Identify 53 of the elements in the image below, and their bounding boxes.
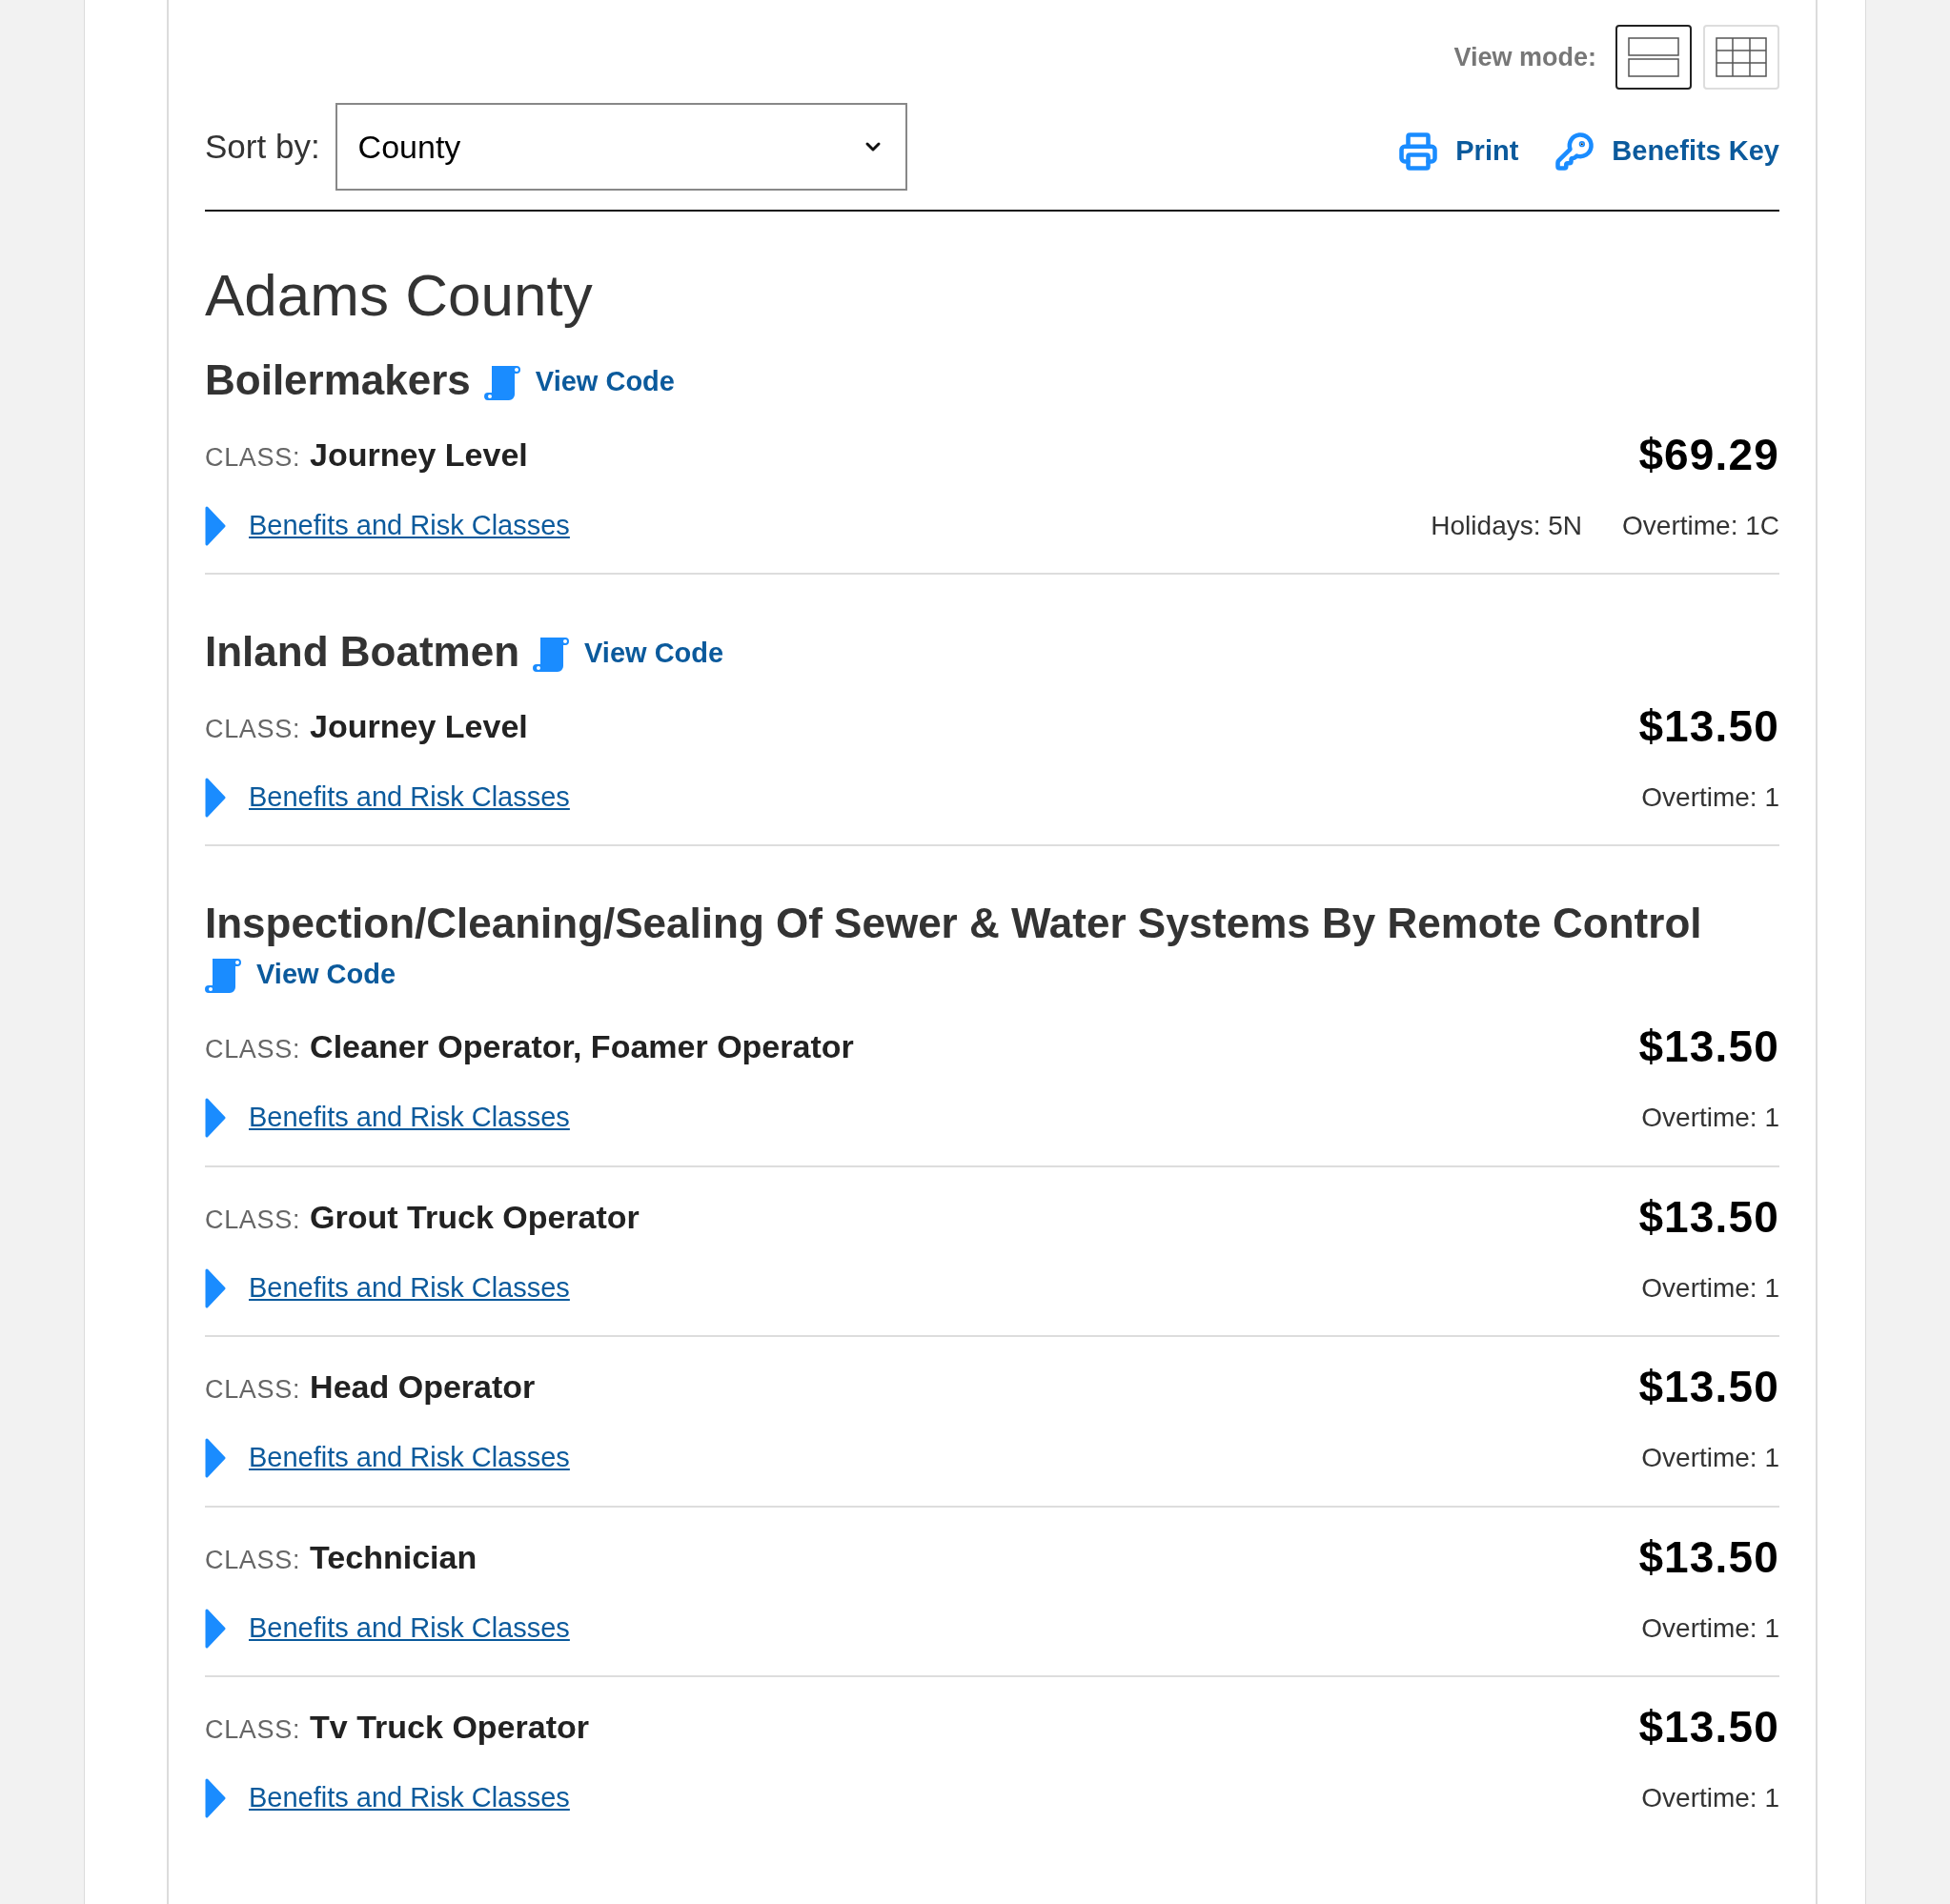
class-label: CLASS: — [205, 1714, 301, 1747]
benefits-toggle[interactable]: Benefits and Risk Classes — [205, 776, 570, 819]
view-code-link[interactable]: View Code — [535, 361, 675, 403]
class-name: Grout Truck Operator — [310, 1197, 640, 1237]
benefits-toggle[interactable]: Benefits and Risk Classes — [205, 1097, 570, 1139]
wage-rate: $13.50 — [1638, 1701, 1779, 1754]
class-label: CLASS: — [205, 1034, 301, 1066]
view-mode-button[interactable] — [1615, 25, 1692, 90]
benefits-toggle[interactable]: Benefits and Risk Classes — [205, 1266, 570, 1309]
benefits-toggle[interactable]: Benefits and Risk Classes — [205, 504, 570, 547]
wage-rate: $13.50 — [1638, 1021, 1779, 1074]
rate-note: Overtime: 1 — [1641, 1102, 1779, 1135]
rate-note: Overtime: 1 — [1641, 780, 1779, 814]
action-link[interactable]: Print — [1455, 131, 1519, 172]
trade-heading: Inspection/Cleaning/Sealing Of Sewer & Water Systems By Remote Control — [205, 900, 1702, 948]
benefits-toggle[interactable]: Benefits and Risk Classes — [205, 1437, 570, 1479]
key-icon — [1554, 132, 1595, 172]
class-name: Head Operator — [310, 1367, 536, 1408]
class-label: CLASS: — [205, 1374, 301, 1407]
rows-icon — [1628, 36, 1679, 78]
class-name: Technician — [310, 1537, 477, 1577]
class-name: Cleaner Operator, Foamer Operator — [310, 1027, 854, 1067]
wage-rate: $13.50 — [1638, 1361, 1779, 1414]
sort-label: Sort by: — [205, 126, 320, 167]
grid-icon — [1716, 36, 1767, 78]
county-heading: Adams County — [205, 263, 594, 329]
class-label: CLASS: — [205, 713, 301, 745]
view-code-link[interactable]: View Code — [256, 953, 396, 996]
class-label: CLASS: — [205, 1204, 301, 1236]
class-name: Journey Level — [310, 435, 528, 475]
class-name: Tv Truck Operator — [310, 1708, 589, 1748]
benefits-toggle[interactable]: Benefits and Risk Classes — [205, 1777, 570, 1819]
wage-rate: $13.50 — [1638, 699, 1779, 753]
rate-note: Overtime: 1 — [1641, 1611, 1779, 1645]
rate-note: Overtime: 1 — [1641, 1271, 1779, 1305]
rate-note: Overtime: 1 — [1641, 1442, 1779, 1475]
rate-note: Overtime: 1 — [1641, 1782, 1779, 1815]
wage-rate: $69.29 — [1638, 428, 1779, 481]
wage-rate: $13.50 — [1638, 1190, 1779, 1244]
printer-icon — [1398, 132, 1439, 172]
rate-note: Holidays: 5N — [1431, 509, 1583, 542]
wage-rate: $13.50 — [1638, 1530, 1779, 1584]
class-label: CLASS: — [205, 1544, 301, 1576]
sort-dropdown[interactable]: County — [335, 103, 907, 191]
view-code-link[interactable]: View Code — [584, 633, 724, 675]
trade-heading: Boilermakers — [205, 356, 471, 405]
view-mode-label: View mode: — [1453, 41, 1596, 73]
class-name: Journey Level — [310, 706, 528, 746]
class-label: CLASS: — [205, 441, 301, 474]
benefits-toggle[interactable]: Benefits and Risk Classes — [205, 1607, 570, 1650]
rate-note: Overtime: 1C — [1622, 509, 1779, 542]
trade-heading: Inland Boatmen — [205, 628, 520, 677]
action-link[interactable]: Benefits Key — [1612, 131, 1779, 172]
